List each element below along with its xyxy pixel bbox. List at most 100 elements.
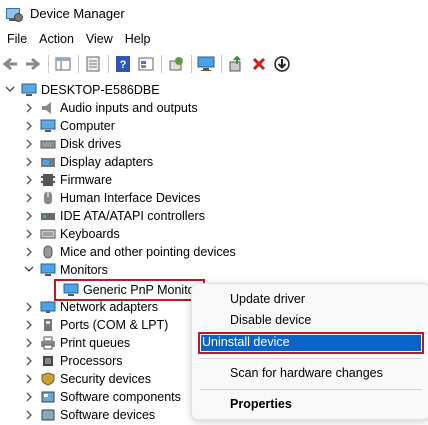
chevron-down-icon[interactable]: [4, 84, 16, 96]
chevron-right-icon[interactable]: [23, 373, 35, 385]
tree-item-label: Software components: [60, 390, 181, 404]
toolbar-separator: [108, 55, 109, 73]
tree-item-label: Mice and other pointing devices: [60, 245, 236, 259]
update-driver-icon[interactable]: [226, 54, 246, 74]
chevron-right-icon[interactable]: [23, 337, 35, 349]
tree-item-label: Human Interface Devices: [60, 191, 201, 205]
menu-scan-hardware[interactable]: Scan for hardware changes: [192, 362, 428, 384]
toolbar-separator: [48, 55, 49, 73]
port-icon: [40, 318, 56, 332]
chevron-right-icon[interactable]: [23, 228, 35, 240]
toolbar-separator: [161, 55, 162, 73]
toolbar-separator: [221, 55, 222, 73]
window-title: Device Manager: [30, 6, 125, 21]
toolbar: ?: [0, 51, 428, 77]
tree-item[interactable]: Processors: [23, 352, 123, 370]
tree-item-label: Monitors: [60, 263, 108, 277]
menu-disable-device[interactable]: Disable device: [192, 309, 428, 331]
menu-file[interactable]: File: [0, 32, 33, 46]
menu-help[interactable]: Help: [119, 32, 157, 46]
properties-icon[interactable]: [83, 54, 103, 74]
title-bar: Device Manager: [0, 0, 428, 27]
chevron-down-icon[interactable]: [23, 264, 35, 276]
tree-item-label: IDE ATA/ATAPI controllers: [60, 209, 205, 223]
tree-item-label: Generic PnP Monitor: [83, 283, 199, 297]
monitor-icon: [63, 283, 79, 297]
show-hide-tree-icon[interactable]: [53, 54, 73, 74]
chevron-right-icon[interactable]: [23, 120, 35, 132]
tree-item[interactable]: Security devices: [23, 370, 151, 388]
tree-item[interactable]: Software devices: [23, 406, 155, 424]
menu-properties[interactable]: Properties: [192, 393, 428, 415]
tree-item[interactable]: Disk drives: [23, 135, 121, 153]
tree-root-label: DESKTOP-E586DBE: [41, 83, 160, 97]
view-icon[interactable]: [136, 54, 156, 74]
tree-item[interactable]: Computer: [23, 117, 115, 135]
chevron-right-icon[interactable]: [23, 210, 35, 222]
chevron-right-icon[interactable]: [23, 156, 35, 168]
menu-separator: [200, 389, 422, 390]
svg-text:?: ?: [120, 59, 127, 71]
tree-item[interactable]: Network adapters: [23, 298, 158, 316]
forward-arrow-icon[interactable]: [23, 54, 43, 74]
tree-item[interactable]: Audio inputs and outputs: [23, 99, 198, 117]
tree-item-label: Keyboards: [60, 227, 120, 241]
uninstall-x-icon[interactable]: [249, 54, 269, 74]
chevron-right-icon[interactable]: [23, 246, 35, 258]
tree-item[interactable]: Keyboards: [23, 225, 120, 243]
chevron-right-icon[interactable]: [23, 319, 35, 331]
tree-item[interactable]: Human Interface Devices: [23, 189, 200, 207]
tree-item-label: Software devices: [60, 408, 156, 422]
chevron-right-icon[interactable]: [23, 301, 35, 313]
monitor-icon[interactable]: [196, 54, 216, 74]
tree-item[interactable]: Print queues: [23, 334, 130, 352]
monitor-icon: [40, 263, 56, 277]
speaker-icon: [40, 101, 56, 115]
computer-icon: [40, 119, 56, 133]
scan-changes-icon[interactable]: [166, 54, 186, 74]
tree-item[interactable]: Mice and other pointing devices: [23, 243, 236, 261]
tree-item[interactable]: IDE ATA/ATAPI controllers: [23, 207, 205, 225]
chevron-right-icon[interactable]: [23, 409, 35, 421]
chevron-right-icon[interactable]: [23, 102, 35, 114]
tree-root[interactable]: DESKTOP-E586DBE: [4, 81, 160, 99]
firmware-icon: [40, 173, 56, 187]
tree-item[interactable]: Ports (COM & LPT): [23, 316, 168, 334]
chevron-right-icon[interactable]: [23, 174, 35, 186]
tree-item-label: Processors: [60, 354, 123, 368]
tree-item-label: Print queues: [60, 336, 131, 350]
menu-bar: File Action View Help: [0, 29, 157, 49]
toolbar-separator: [78, 55, 79, 73]
menu-view[interactable]: View: [80, 32, 119, 46]
tree-item-monitors[interactable]: Monitors: [23, 261, 108, 279]
processor-icon: [40, 354, 56, 368]
back-arrow-icon[interactable]: [0, 54, 20, 74]
tree-item-label: Ports (COM & LPT): [60, 318, 169, 332]
tree-item-label: Disk drives: [60, 137, 122, 151]
mouse-icon: [40, 245, 56, 259]
display-adapter-icon: [40, 155, 56, 169]
chevron-right-icon[interactable]: [23, 138, 35, 150]
tree-item-label: Display adapters: [60, 155, 154, 169]
tree-item-label: Security devices: [60, 372, 152, 386]
menu-uninstall-device[interactable]: Uninstall device: [192, 331, 428, 353]
menu-separator: [200, 358, 422, 359]
tree-item[interactable]: Software components: [23, 388, 181, 406]
disable-down-icon[interactable]: [272, 54, 292, 74]
computer-icon: [21, 83, 37, 97]
help-icon[interactable]: ?: [113, 54, 133, 74]
tree-item-label: Computer: [60, 119, 115, 133]
menu-update-driver[interactable]: Update driver: [192, 288, 428, 310]
chevron-right-icon[interactable]: [23, 391, 35, 403]
tree-item-label: Audio inputs and outputs: [60, 101, 198, 115]
security-icon: [40, 372, 56, 386]
chevron-right-icon[interactable]: [23, 355, 35, 367]
menu-action[interactable]: Action: [33, 32, 80, 46]
hid-icon: [40, 191, 56, 205]
device-manager-icon: [6, 7, 23, 22]
tree-item[interactable]: Display adapters: [23, 153, 153, 171]
context-menu: Update driver Disable device Uninstall d…: [191, 283, 428, 420]
chevron-right-icon[interactable]: [23, 192, 35, 204]
tree-item-label: Firmware: [60, 173, 113, 187]
tree-item[interactable]: Firmware: [23, 171, 112, 189]
